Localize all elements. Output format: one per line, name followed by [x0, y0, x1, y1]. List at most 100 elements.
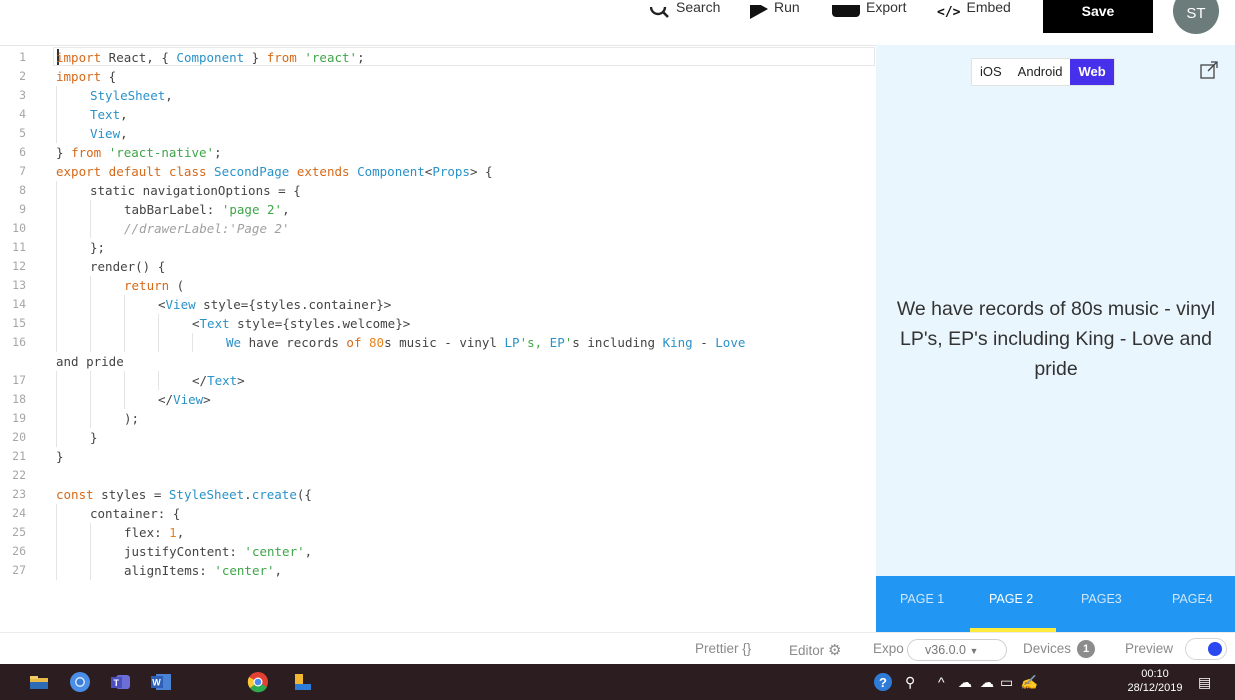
- line-number: 14: [12, 297, 26, 311]
- onedrive-icon[interactable]: ☁: [958, 674, 972, 691]
- app-icon[interactable]: [290, 664, 316, 700]
- editor-label: Editor: [789, 643, 825, 658]
- indent-guide: [124, 371, 125, 390]
- line-number: 22: [12, 468, 26, 482]
- code-editor[interactable]: 1 import React, { Component } from 'react…: [0, 45, 876, 632]
- chrome-icon-2[interactable]: [245, 664, 271, 700]
- battery-icon[interactable]: ▭: [1000, 674, 1013, 691]
- line-number: 19: [12, 411, 26, 425]
- chevron-up-icon[interactable]: ^: [938, 674, 945, 690]
- preview-toggle[interactable]: [1185, 638, 1227, 660]
- svg-text:W: W: [152, 678, 161, 688]
- embed-label: Embed: [966, 0, 1011, 15]
- line-number: 1: [19, 50, 26, 64]
- line-number: 11: [12, 240, 26, 254]
- system-clock[interactable]: 00:10 28/12/2019: [1127, 667, 1183, 695]
- indent-guide: [56, 257, 57, 276]
- platform-ios-button[interactable]: iOS: [972, 59, 1010, 85]
- code-text: } from 'react-native';: [56, 145, 222, 160]
- line-number: 18: [12, 392, 26, 406]
- indent-guide: [56, 504, 57, 523]
- indent-guide: [56, 219, 57, 238]
- word-icon[interactable]: W: [148, 664, 174, 700]
- platform-web-button[interactable]: Web: [1070, 59, 1114, 85]
- play-icon: [748, 0, 768, 20]
- tab-page-3[interactable]: PAGE3: [1081, 592, 1122, 606]
- people-icon[interactable]: ⚲: [905, 674, 915, 691]
- code-text: const styles = StyleSheet.create({: [56, 487, 312, 502]
- devices-label[interactable]: Devices: [1023, 641, 1071, 656]
- line-number: 21: [12, 449, 26, 463]
- tab-page-2[interactable]: PAGE 2: [989, 592, 1033, 606]
- notification-icon[interactable]: ▤: [1198, 674, 1211, 691]
- code-text: //drawerLabel:'Page 2': [124, 221, 290, 236]
- code-line: 5 View,: [0, 124, 876, 143]
- code-icon: </>: [937, 5, 961, 20]
- indent-guide: [56, 409, 57, 428]
- code-line: 20}: [0, 428, 876, 447]
- indent-guide: [124, 333, 125, 352]
- search-icon: [649, 0, 670, 20]
- line-number: 3: [19, 88, 26, 102]
- code-text: return (: [124, 278, 185, 293]
- prettier-button[interactable]: Prettier {}: [695, 641, 751, 656]
- open-in-new-window-icon[interactable]: [1199, 60, 1219, 80]
- editor-settings-button[interactable]: Editor ⚙: [789, 641, 842, 659]
- code-text: };: [90, 240, 106, 255]
- indent-guide: [90, 219, 91, 238]
- code-text: <Text style={styles.welcome}>: [192, 316, 411, 331]
- pen-icon[interactable]: ✍: [1020, 674, 1037, 691]
- code-line: 16 We have records of 80s music - vinyl L…: [0, 333, 876, 352]
- indent-guide: [90, 409, 91, 428]
- code-text: }: [56, 449, 64, 464]
- network-icon[interactable]: ☁: [980, 674, 994, 691]
- export-button[interactable]: Export: [832, 0, 906, 20]
- file-explorer-icon[interactable]: [27, 664, 51, 700]
- indent-guide: [90, 371, 91, 390]
- tab-page-1[interactable]: PAGE 1: [900, 592, 944, 606]
- code-text: );: [124, 411, 140, 426]
- indent-guide: [90, 295, 91, 314]
- code-line: 15 <Text style={styles.welcome}>: [0, 314, 876, 333]
- sdk-version-select[interactable]: v36.0.0 ▼: [907, 639, 1007, 661]
- code-line: 10 //drawerLabel:'Page 2': [0, 219, 876, 238]
- indent-guide: [56, 542, 57, 561]
- code-line: 2 import {: [0, 67, 876, 86]
- avatar[interactable]: ST: [1173, 0, 1219, 34]
- indent-guide: [56, 124, 57, 143]
- code-line: 23 const styles = StyleSheet.create({: [0, 485, 876, 504]
- embed-button[interactable]: </> Embed: [937, 0, 1011, 20]
- code-text: container: {: [90, 506, 181, 521]
- svg-text:?: ?: [879, 675, 887, 690]
- code-line: 9 tabBarLabel: 'page 2',: [0, 200, 876, 219]
- code-text: View,: [90, 126, 128, 141]
- sdk-version-value: v36.0.0: [925, 643, 967, 657]
- indent-guide: [56, 561, 57, 580]
- line-number: 15: [12, 316, 26, 330]
- help-icon[interactable]: ?: [871, 664, 895, 700]
- line-number: 7: [19, 164, 26, 178]
- run-button[interactable]: Run: [748, 0, 800, 20]
- indent-guide: [158, 333, 159, 352]
- save-button[interactable]: Save: [1043, 0, 1153, 33]
- indent-guide: [56, 371, 57, 390]
- clock-time: 00:10: [1141, 668, 1169, 680]
- chevron-down-icon: ▼: [969, 646, 979, 656]
- code-line: and pride: [0, 352, 876, 371]
- code-line: 17 </Text>: [0, 371, 876, 390]
- code-line: 1 import React, { Component } from 'react…: [0, 48, 876, 67]
- code-line: 14 <View style={styles.container}>: [0, 295, 876, 314]
- indent-guide: [124, 314, 125, 333]
- indent-guide: [56, 333, 57, 352]
- search-button[interactable]: Search: [649, 0, 720, 20]
- code-line: 8 static navigationOptions = {: [0, 181, 876, 200]
- code-text: Text,: [90, 107, 128, 122]
- tab-page-4[interactable]: PAGE4: [1172, 592, 1213, 606]
- line-number: 26: [12, 544, 26, 558]
- indent-guide: [158, 371, 159, 390]
- chrome-icon[interactable]: [67, 664, 93, 700]
- teams-icon[interactable]: T: [108, 664, 134, 700]
- indent-guide: [192, 333, 193, 352]
- platform-android-button[interactable]: Android: [1010, 59, 1071, 85]
- indent-guide: [56, 523, 57, 542]
